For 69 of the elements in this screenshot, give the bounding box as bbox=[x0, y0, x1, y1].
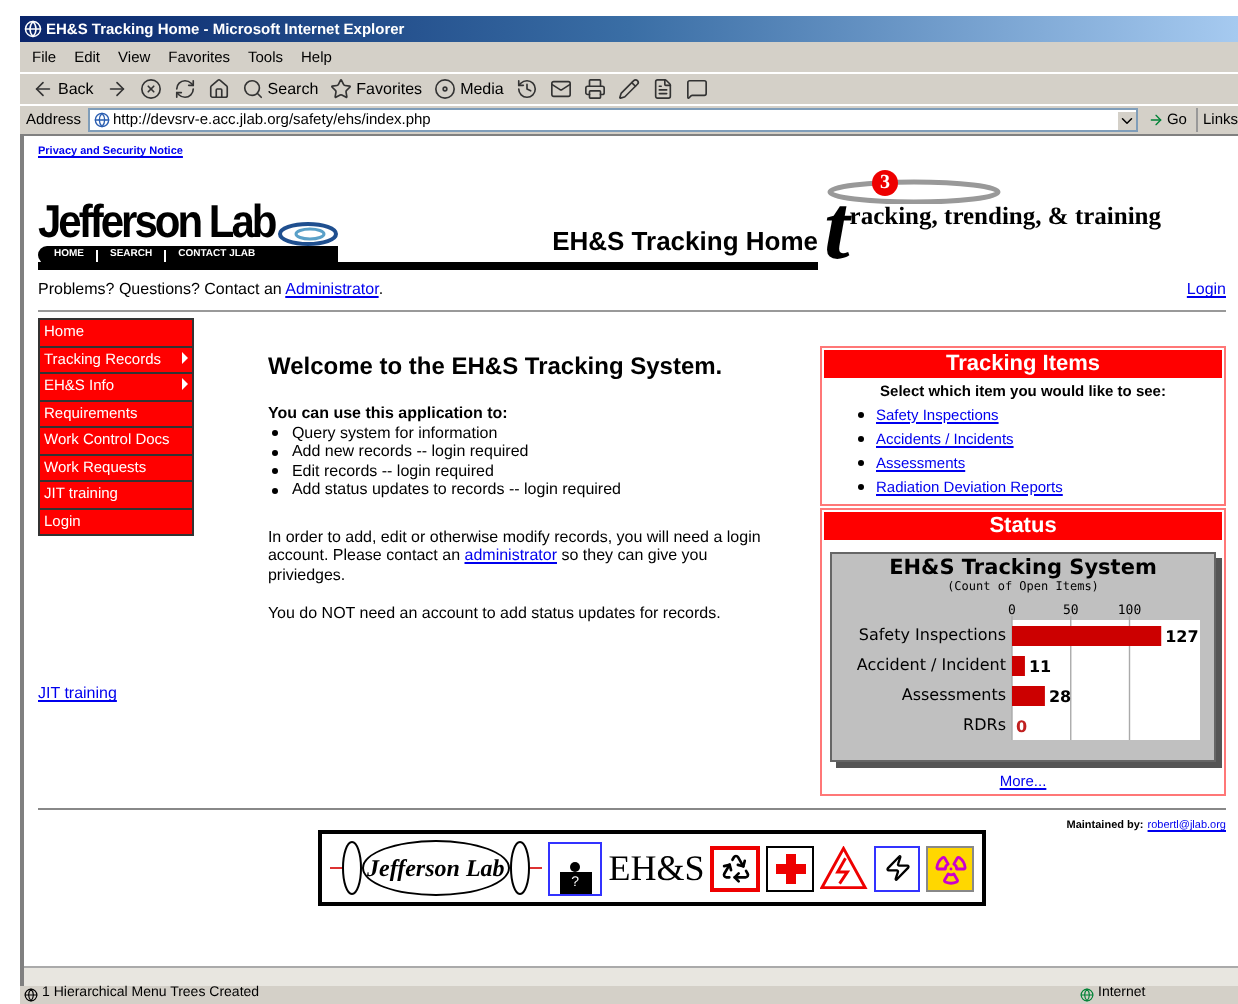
toolbar-button[interactable]: Media bbox=[428, 74, 510, 104]
mail-icon bbox=[549, 78, 572, 100]
welcome-heading: Welcome to the EH&S Tracking System. bbox=[267, 352, 725, 381]
note-text: You do NOT need an account to add status updates for records. bbox=[267, 604, 723, 624]
star-icon bbox=[330, 78, 353, 100]
line-ellipse-drawing bbox=[330, 838, 362, 898]
bullet-text: Add status updates to records -- login required bbox=[291, 480, 621, 500]
bullet-text: Add new records -- login required bbox=[291, 442, 529, 462]
category-label: RDRs bbox=[963, 715, 1006, 733]
forward-arrow-icon bbox=[105, 78, 128, 100]
administrator-link[interactable]: administrator bbox=[464, 546, 557, 565]
bullet-text: Edit records -- login required bbox=[291, 461, 494, 481]
back-arrow-icon bbox=[32, 78, 54, 100]
submenu-arrow-icon bbox=[182, 351, 188, 364]
page-icon bbox=[93, 112, 110, 128]
toolbar-button[interactable]: Search bbox=[235, 74, 325, 104]
jit-training-link[interactable]: JIT training bbox=[38, 682, 117, 707]
disc-icon bbox=[434, 78, 457, 100]
stop-icon bbox=[139, 78, 162, 100]
go-arrow-icon bbox=[1148, 112, 1165, 128]
nav-separator bbox=[164, 249, 167, 262]
submenu-arrow-icon bbox=[182, 378, 188, 391]
script-logo-text: Jefferson Lab bbox=[362, 840, 510, 896]
category-label: Assessments bbox=[901, 685, 1006, 703]
electrical-hazard-icon bbox=[820, 846, 868, 890]
value-label: 127 bbox=[1165, 627, 1199, 645]
category-label: Accident / Incident bbox=[856, 655, 1006, 673]
value-label: 28 bbox=[1048, 687, 1072, 705]
ring-swoosh-icon bbox=[824, 176, 1004, 205]
contact-text: Problems? Questions? Contact an Administrator. bbox=[38, 278, 384, 303]
speech-bubble-icon bbox=[685, 78, 708, 100]
printer-icon bbox=[583, 78, 606, 100]
category-label: Safety Inspections bbox=[858, 625, 1006, 643]
value-label: 0 bbox=[1016, 717, 1028, 735]
page-title: EH&S Tracking Home bbox=[552, 223, 818, 260]
chart-title: EH&S Tracking System bbox=[887, 555, 1159, 579]
recycle-icon bbox=[719, 852, 752, 884]
swirl-icon bbox=[274, 218, 339, 247]
value-label: 11 bbox=[1028, 657, 1052, 675]
internet-zone-icon bbox=[1080, 988, 1094, 1002]
pencil-icon bbox=[617, 78, 640, 100]
nav-separator bbox=[96, 249, 98, 262]
search-icon bbox=[241, 78, 264, 100]
big-t-letter: t bbox=[824, 186, 850, 271]
three-badge: 3 bbox=[872, 170, 898, 197]
administrator-link[interactable]: Administrator bbox=[285, 280, 379, 299]
home-icon bbox=[207, 78, 230, 100]
clock-icon bbox=[515, 78, 538, 100]
login-link[interactable]: Login bbox=[1186, 278, 1226, 303]
ie-page-icon bbox=[24, 20, 42, 38]
document-icon bbox=[651, 78, 674, 100]
cross-icon bbox=[775, 853, 806, 883]
beam-icon bbox=[883, 854, 912, 882]
banner-ehs-text: EH&S bbox=[608, 845, 705, 891]
radiation-icon bbox=[933, 851, 968, 885]
dropdown-icon[interactable] bbox=[1118, 111, 1137, 129]
slogan-text: racking, trending, & training bbox=[849, 199, 1162, 230]
lead-text: You can use this application to: bbox=[267, 404, 510, 424]
toolbar-button[interactable]: Favorites bbox=[324, 74, 429, 104]
bullet-text: Query system for information bbox=[291, 423, 498, 443]
ellipse-line-drawing bbox=[509, 838, 542, 898]
page-icon bbox=[24, 988, 38, 1002]
jefferson-lab-logo-text: Jefferson Lab bbox=[38, 202, 275, 247]
panel-title: Tracking Items bbox=[824, 350, 1222, 379]
panel-title: Status bbox=[824, 511, 1222, 539]
person-head-icon bbox=[570, 861, 581, 871]
refresh-icon bbox=[173, 78, 196, 100]
toolbar-button[interactable]: Back bbox=[26, 74, 100, 104]
account-paragraph: In order to add, edit or otherwise modify records, you will need a login account. Please contact an administrator so they can give you priviedges. bbox=[267, 527, 763, 585]
